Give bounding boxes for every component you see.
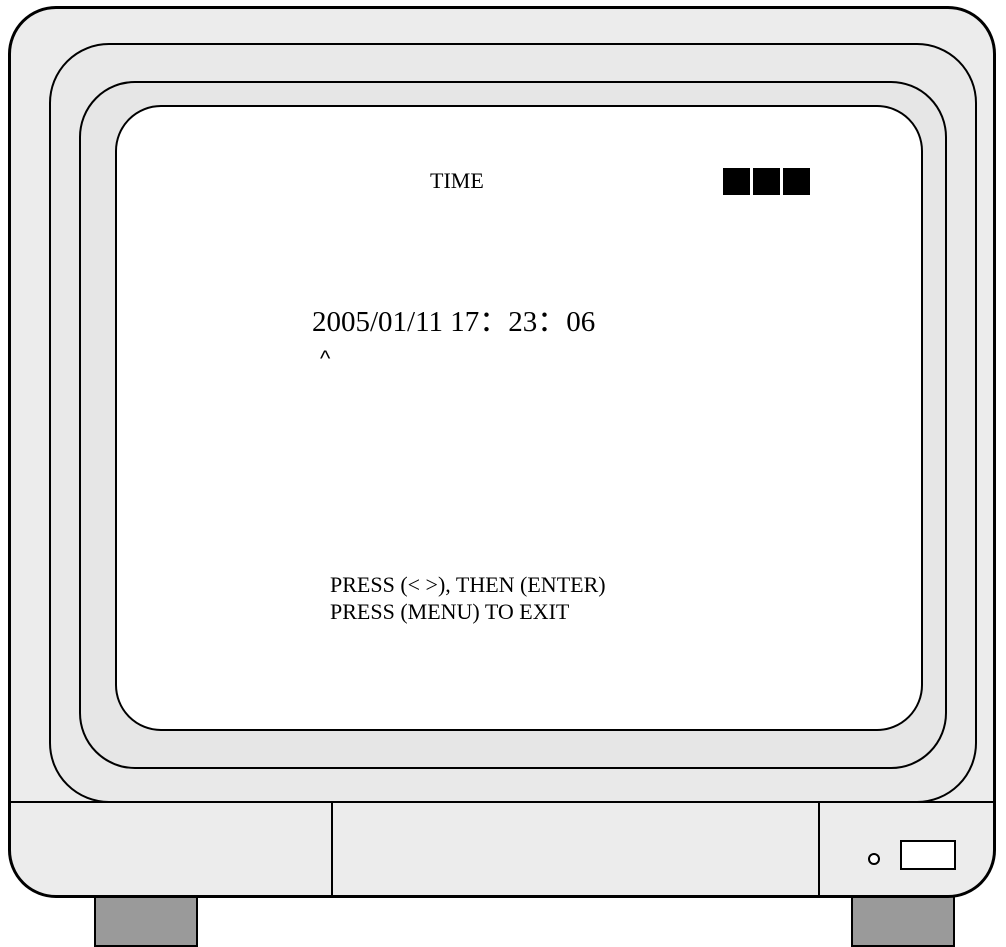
left-foot xyxy=(94,896,198,947)
signal-block-icon xyxy=(783,168,810,195)
monitor-screen xyxy=(115,105,923,731)
panel-separator-right xyxy=(818,803,820,895)
monitor-cabinet xyxy=(8,6,996,898)
help-line-select: PRESS (< >), THEN (ENTER) xyxy=(330,572,606,597)
osd-title: TIME xyxy=(430,168,484,193)
power-button[interactable] xyxy=(900,840,956,870)
power-led-icon xyxy=(868,853,880,865)
right-foot xyxy=(851,896,955,947)
edit-cursor: ^ xyxy=(320,346,331,371)
signal-indicator xyxy=(723,168,810,195)
signal-block-icon xyxy=(723,168,750,195)
signal-block-icon xyxy=(753,168,780,195)
help-line-exit: PRESS (MENU) TO EXIT xyxy=(330,599,570,624)
monitor-illustration: TIME 2005/01/11 17：23：06 ^ PRESS (< >), … xyxy=(0,0,1006,947)
panel-separator-left xyxy=(331,803,333,895)
datetime-value[interactable]: 2005/01/11 17：23：06 xyxy=(312,298,595,340)
control-panel-divider xyxy=(11,801,993,803)
help-text: PRESS (< >), THEN (ENTER) PRESS (MENU) T… xyxy=(330,571,606,625)
